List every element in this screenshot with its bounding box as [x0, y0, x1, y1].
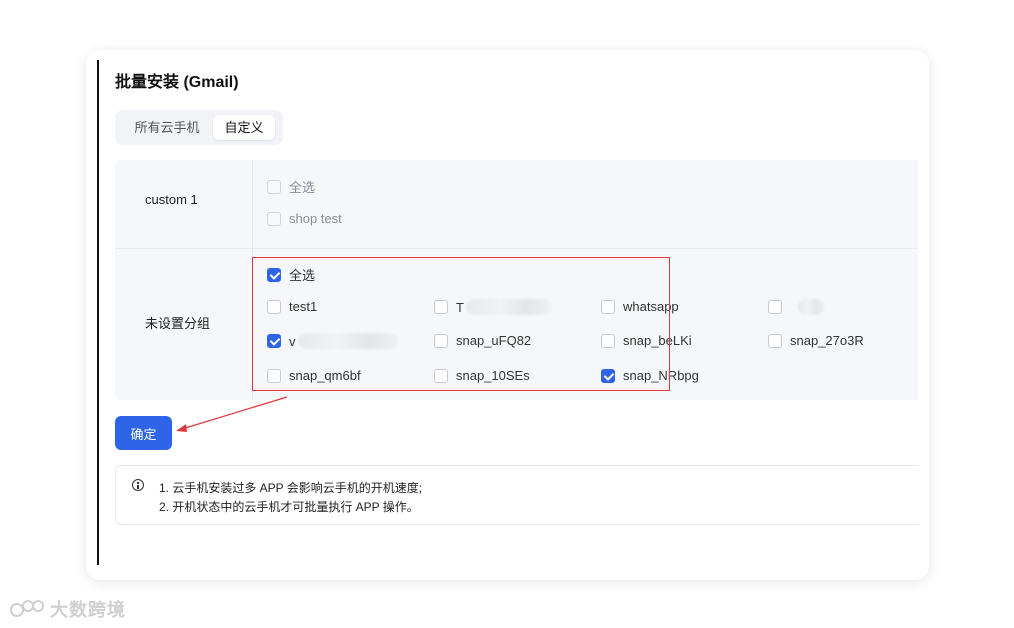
- checkbox-box: [267, 334, 281, 348]
- checkbox-box: [267, 211, 281, 226]
- tab-all-cloud-phones[interactable]: 所有云手机: [123, 115, 211, 140]
- device-checkbox-shop-test[interactable]: shop test: [267, 211, 342, 226]
- tab-custom[interactable]: 自定义: [213, 115, 275, 140]
- checkbox-label: test1: [289, 299, 318, 314]
- device-checkbox-snap-10SEs[interactable]: snap_10SEs: [434, 368, 530, 383]
- checkbox-label: 全选: [289, 268, 316, 283]
- checkbox-label: shop test: [289, 211, 342, 226]
- device-checkbox-snap-uFQ82[interactable]: snap_uFQ82: [434, 333, 531, 348]
- dialog-title: 批量安装 (Gmail): [115, 74, 239, 91]
- watermark-logo-icon: [10, 600, 44, 617]
- info-icon: [132, 479, 144, 491]
- checkbox-box: [434, 333, 448, 348]
- checkbox-box: [267, 299, 281, 314]
- group-selection-panel: custom 1 未设置分组 全选 shop test 全选 test1 T w…: [115, 160, 918, 400]
- notice-box: 1. 云手机安装过多 APP 会影响云手机的开机速度; 2. 开机状态中的云手机…: [115, 465, 919, 525]
- checkbox-box: [434, 300, 448, 314]
- scope-segmented-control: 所有云手机 自定义: [115, 110, 283, 145]
- notice-line-1: 1. 云手机安装过多 APP 会影响云手机的开机速度;: [159, 481, 423, 495]
- watermark-text: 大数跨境: [50, 600, 126, 620]
- device-checkbox-obscured-t[interactable]: T: [434, 299, 551, 315]
- watermark: 大数跨境: [10, 596, 126, 622]
- checkbox-label: v: [289, 333, 296, 349]
- device-checkbox-snap-beLKi[interactable]: snap_beLKi: [601, 333, 692, 348]
- confirm-button[interactable]: 确定: [115, 416, 172, 450]
- device-checkbox-snap-NRbpg[interactable]: snap_NRbpg: [601, 368, 699, 383]
- checkbox-label: snap_10SEs: [456, 368, 530, 383]
- row-divider: [115, 248, 918, 249]
- checkbox-box: [768, 333, 782, 348]
- checkbox-box: [601, 299, 615, 314]
- checkbox-label: snap_qm6bf: [289, 368, 361, 383]
- checkbox-label: whatsapp: [623, 299, 679, 314]
- checkbox-box: [267, 179, 281, 194]
- group-label-custom1: custom 1: [145, 192, 198, 207]
- select-all-custom1-checkbox[interactable]: 全选: [267, 177, 315, 196]
- checkbox-box: [768, 300, 782, 314]
- device-checkbox-obscured-4[interactable]: [768, 299, 824, 315]
- notice-line-2: 2. 开机状态中的云手机才可批量执行 APP 操作。: [159, 500, 419, 514]
- column-divider: [252, 160, 253, 400]
- checkbox-box: [267, 267, 281, 282]
- checkbox-label: snap_uFQ82: [456, 333, 532, 348]
- device-checkbox-obscured-v[interactable]: v: [267, 333, 398, 349]
- select-all-ungrouped-checkbox[interactable]: 全选: [267, 265, 315, 284]
- obscured-label: [465, 299, 551, 315]
- device-checkbox-whatsapp[interactable]: whatsapp: [601, 299, 679, 314]
- obscured-label: [798, 299, 824, 315]
- checkbox-label: snap_NRbpg: [623, 368, 699, 383]
- device-checkbox-snap-27o3R[interactable]: snap_27o3R: [768, 333, 864, 348]
- checkbox-label: T: [456, 299, 464, 315]
- device-checkbox-test1[interactable]: test1: [267, 299, 317, 314]
- checkbox-label: snap_27o3R: [790, 333, 864, 348]
- checkbox-label: snap_beLKi: [623, 333, 692, 348]
- checkbox-box: [434, 368, 448, 383]
- checkbox-label: 全选: [289, 180, 316, 195]
- obscured-label: [297, 333, 398, 349]
- checkbox-box: [267, 368, 281, 383]
- device-checkbox-snap-qm6bf[interactable]: snap_qm6bf: [267, 368, 361, 383]
- checkbox-box: [601, 368, 615, 383]
- left-rule: [97, 60, 99, 565]
- group-label-ungrouped: 未设置分组: [145, 316, 211, 331]
- checkbox-box: [601, 333, 615, 348]
